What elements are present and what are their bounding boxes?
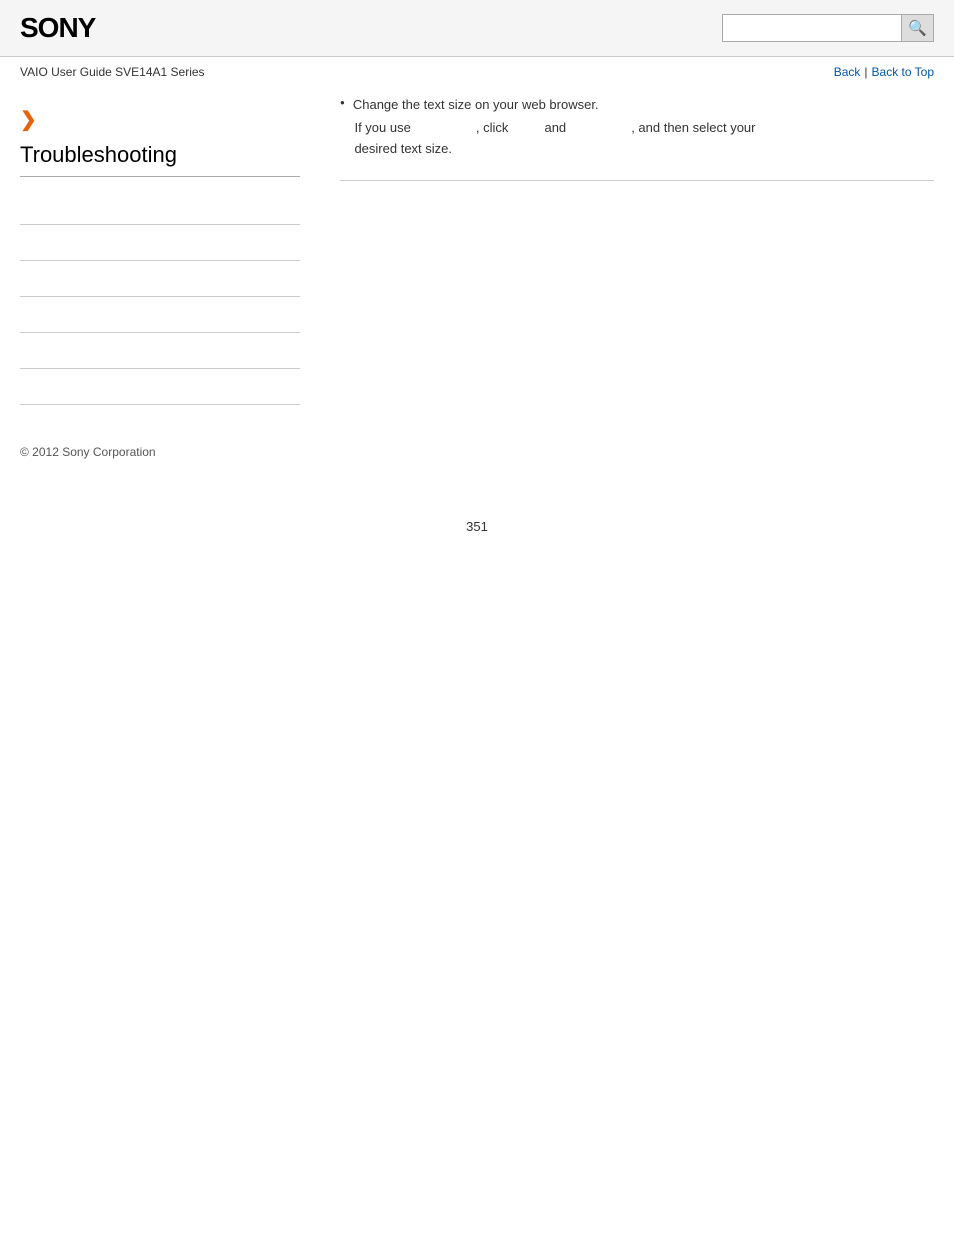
- search-button[interactable]: 🔍: [902, 14, 934, 42]
- sidebar-title: Troubleshooting: [20, 142, 300, 177]
- paragraph-desired: desired text size.: [354, 141, 452, 156]
- search-input[interactable]: [722, 14, 902, 42]
- content-area: ● Change the text size on your web brows…: [320, 97, 934, 405]
- sidebar-link-6[interactable]: [20, 380, 23, 394]
- content-paragraph: If you use , click and , and then select…: [340, 118, 934, 160]
- paragraph-click: , click: [476, 120, 509, 135]
- bullet-dot: ●: [340, 98, 345, 107]
- list-item: [20, 225, 300, 261]
- guide-title: VAIO User Guide SVE14A1 Series: [20, 65, 205, 79]
- back-to-top-link[interactable]: Back to Top: [872, 65, 934, 79]
- search-area: 🔍: [722, 14, 934, 42]
- sidebar-links: [20, 189, 300, 405]
- sidebar-link-2[interactable]: [20, 236, 23, 250]
- breadcrumb-separator: |: [864, 65, 867, 79]
- breadcrumb-nav: Back | Back to Top: [834, 65, 934, 79]
- content-section: ● Change the text size on your web brows…: [340, 97, 934, 160]
- copyright-text: © 2012 Sony Corporation: [20, 445, 156, 459]
- content-divider: [340, 180, 934, 181]
- page-number: 351: [0, 519, 954, 554]
- sidebar-link-4[interactable]: [20, 308, 23, 322]
- bullet-text: Change the text size on your web browser…: [353, 97, 599, 112]
- sidebar-arrow-icon: ❯: [20, 107, 300, 132]
- list-item: [20, 369, 300, 405]
- sidebar: ❯ Troubleshooting: [20, 97, 320, 405]
- list-item: [20, 333, 300, 369]
- footer: © 2012 Sony Corporation: [0, 425, 954, 479]
- breadcrumb-bar: VAIO User Guide SVE14A1 Series Back | Ba…: [0, 57, 954, 87]
- bullet-item: ● Change the text size on your web brows…: [340, 97, 934, 112]
- main-content: ❯ Troubleshooting: [0, 87, 954, 425]
- paragraph-and: and: [544, 120, 566, 135]
- sidebar-link-3[interactable]: [20, 272, 23, 286]
- list-item: [20, 261, 300, 297]
- paragraph-if-you-use: If you use: [354, 120, 410, 135]
- search-icon: 🔍: [908, 19, 927, 37]
- page-header: SONY 🔍: [0, 0, 954, 57]
- list-item: [20, 189, 300, 225]
- list-item: [20, 297, 300, 333]
- sony-logo: SONY: [20, 12, 95, 44]
- sidebar-link-5[interactable]: [20, 344, 23, 358]
- paragraph-then: , and then select your: [631, 120, 755, 135]
- back-link[interactable]: Back: [834, 65, 861, 79]
- sidebar-link-1[interactable]: [20, 200, 23, 214]
